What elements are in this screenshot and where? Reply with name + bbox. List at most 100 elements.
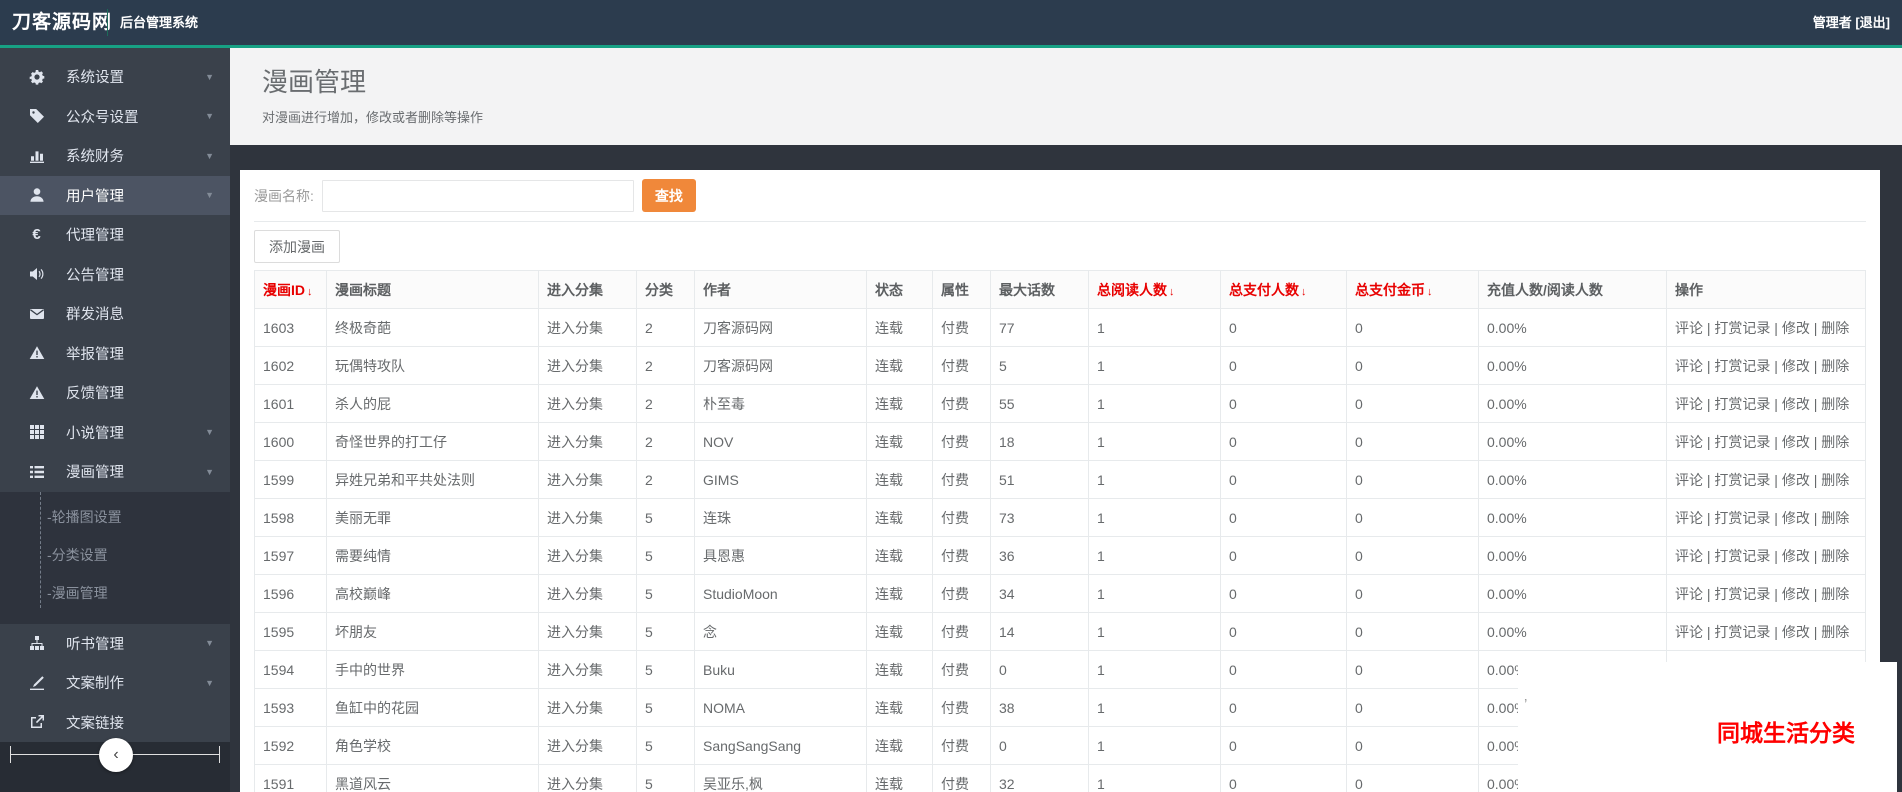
coins-cell: 0 [1346, 308, 1479, 347]
sidebar-item-label: 公众号设置 [66, 109, 139, 126]
enter-cell[interactable]: 进入分集 [538, 460, 637, 499]
action-link-4[interactable]: 删除 [1821, 586, 1849, 602]
enter-cell[interactable]: 进入分集 [538, 308, 637, 347]
action-link-4[interactable]: 删除 [1821, 434, 1849, 450]
action-link-1[interactable]: 评论 [1675, 472, 1703, 488]
action-link-4[interactable]: 删除 [1821, 396, 1849, 412]
action-link-4[interactable]: 删除 [1821, 624, 1849, 640]
action-link-1[interactable]: 评论 [1675, 624, 1703, 640]
search-button[interactable]: 查找 [641, 179, 696, 212]
enter-cell[interactable]: 进入分集 [538, 688, 637, 727]
enter-cell[interactable]: 进入分集 [538, 764, 637, 792]
sidebar-item-label: 代理管理 [66, 228, 124, 245]
sidebar-item-4[interactable]: 用户管理 ▼ [0, 175, 230, 215]
action-link-3[interactable]: 修改 [1782, 586, 1810, 602]
status-cell: 连载 [866, 688, 933, 727]
action-link-1[interactable]: 评论 [1675, 510, 1703, 526]
action-link-1[interactable]: 评论 [1675, 434, 1703, 450]
actions-cell: 评论 | 打赏记录 | 修改 | 删除 [1666, 422, 1866, 461]
enter-cell[interactable]: 进入分集 [538, 612, 637, 651]
sidebar-item-12[interactable]: 听书管理 ▼ [0, 624, 230, 664]
action-link-2[interactable]: 打赏记录 [1714, 320, 1770, 336]
action-link-1[interactable]: 评论 [1675, 358, 1703, 374]
sidebar-slider-handle[interactable]: ‹ [99, 738, 133, 772]
max-cell: 5 [990, 346, 1089, 385]
logout-link[interactable]: [退出] [1855, 15, 1890, 30]
action-link-2[interactable]: 打赏记录 [1714, 434, 1770, 450]
action-link-3[interactable]: 修改 [1782, 472, 1810, 488]
enter-cell[interactable]: 进入分集 [538, 536, 637, 575]
action-link-3[interactable]: 修改 [1782, 358, 1810, 374]
action-link-3[interactable]: 修改 [1782, 510, 1810, 526]
status-cell: 连载 [866, 346, 933, 385]
author-cell: 刀客源码网 [694, 346, 867, 385]
author-cell: StudioMoon [694, 574, 867, 613]
sidebar-item-1[interactable]: 系统设置 ▼ [0, 57, 230, 97]
sidebar-item-9[interactable]: 反馈管理 [0, 373, 230, 413]
action-link-4[interactable]: 删除 [1821, 320, 1849, 336]
max-cell: 38 [990, 688, 1089, 727]
coins-cell: 0 [1346, 612, 1479, 651]
action-link-2[interactable]: 打赏记录 [1714, 510, 1770, 526]
sidebar-subitem-2[interactable]: -分类设置 [0, 536, 230, 574]
action-link-2[interactable]: 打赏记录 [1714, 548, 1770, 564]
sidebar-item-6[interactable]: 公告管理 [0, 255, 230, 295]
action-link-4[interactable]: 删除 [1821, 510, 1849, 526]
sidebar-item-7[interactable]: 群发消息 [0, 294, 230, 334]
action-link-2[interactable]: 打赏记录 [1714, 586, 1770, 602]
payers-cell: 0 [1220, 422, 1347, 461]
enter-cell[interactable]: 进入分集 [538, 384, 637, 423]
action-link-2[interactable]: 打赏记录 [1714, 358, 1770, 374]
action-link-3[interactable]: 修改 [1782, 396, 1810, 412]
ratio-cell: 0.00% [1478, 574, 1667, 613]
enter-cell[interactable]: 进入分集 [538, 650, 637, 689]
sidebar-subitem-1[interactable]: -轮播图设置 [0, 498, 230, 536]
column-header[interactable]: 总阅读人数 ↓ [1088, 270, 1221, 309]
action-link-4[interactable]: 删除 [1821, 472, 1849, 488]
enter-cell[interactable]: 进入分集 [538, 346, 637, 385]
author-cell: 吴亚乐,枫 [694, 764, 867, 792]
sidebar-item-8[interactable]: 举报管理 [0, 334, 230, 374]
action-link-3[interactable]: 修改 [1782, 548, 1810, 564]
sidebar-item-10[interactable]: 小说管理 ▼ [0, 413, 230, 453]
action-link-3[interactable]: 修改 [1782, 320, 1810, 336]
action-link-4[interactable]: 删除 [1821, 548, 1849, 564]
sidebar-item-11[interactable]: 漫画管理 ▼ [0, 452, 230, 492]
comic-name-input[interactable] [321, 179, 634, 212]
action-link-1[interactable]: 评论 [1675, 320, 1703, 336]
readers-cell: 1 [1088, 422, 1221, 461]
action-link-3[interactable]: 修改 [1782, 434, 1810, 450]
coins-cell: 0 [1346, 764, 1479, 792]
sidebar-item-13[interactable]: 文案制作 ▼ [0, 663, 230, 703]
action-link-4[interactable]: 删除 [1821, 358, 1849, 374]
action-link-1[interactable]: 评论 [1675, 548, 1703, 564]
enter-cell[interactable]: 进入分集 [538, 726, 637, 765]
sidebar-item-14[interactable]: 文案链接 [0, 703, 230, 743]
id-cell: 1594 [254, 650, 327, 689]
title-cell: 需要纯情 [326, 536, 539, 575]
sidebar-item-2[interactable]: 公众号设置 ▼ [0, 97, 230, 137]
action-link-1[interactable]: 评论 [1675, 396, 1703, 412]
euro-icon: € [32, 225, 41, 243]
add-comic-button[interactable]: 添加漫画 [254, 230, 340, 263]
author-cell: 念 [694, 612, 867, 651]
column-header[interactable]: 漫画ID ↓ [254, 270, 327, 309]
action-link-2[interactable]: 打赏记录 [1714, 396, 1770, 412]
sidebar-subitem-3[interactable]: -漫画管理 [0, 574, 230, 612]
id-cell: 1596 [254, 574, 327, 613]
column-header[interactable]: 总支付人数 ↓ [1220, 270, 1347, 309]
action-link-3[interactable]: 修改 [1782, 624, 1810, 640]
action-link-2[interactable]: 打赏记录 [1714, 472, 1770, 488]
max-cell: 77 [990, 308, 1089, 347]
enter-cell[interactable]: 进入分集 [538, 422, 637, 461]
action-link-1[interactable]: 评论 [1675, 586, 1703, 602]
action-link-2[interactable]: 打赏记录 [1714, 624, 1770, 640]
sidebar-item-5[interactable]: € 代理管理 [0, 215, 230, 255]
sidebar-item-3[interactable]: 系统财务 ▼ [0, 136, 230, 176]
column-header[interactable]: 总支付金币 ↓ [1346, 270, 1479, 309]
enter-cell[interactable]: 进入分集 [538, 498, 637, 537]
category-cell: 5 [636, 612, 695, 651]
payers-cell: 0 [1220, 688, 1347, 727]
enter-cell[interactable]: 进入分集 [538, 574, 637, 613]
actions-cell: 评论 | 打赏记录 | 修改 | 删除 [1666, 574, 1866, 613]
